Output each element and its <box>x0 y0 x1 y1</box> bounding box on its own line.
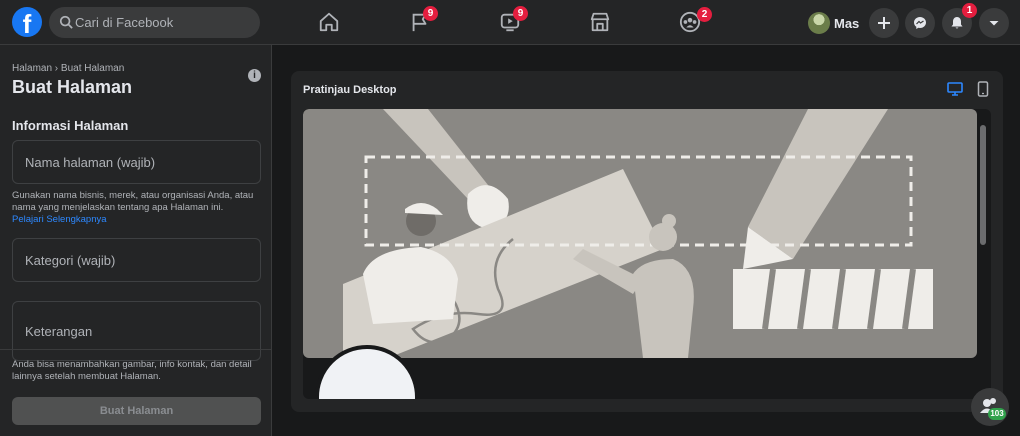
search-icon <box>59 15 73 29</box>
desktop-preview-icon[interactable] <box>947 82 963 96</box>
mobile-preview-icon[interactable] <box>977 81 989 97</box>
preview-title: Pratinjau Desktop <box>303 84 397 96</box>
messenger-icon <box>914 17 926 29</box>
watch-badge: 9 <box>513 6 528 21</box>
nav-groups[interactable]: 2 <box>660 0 720 45</box>
cover-photo <box>303 109 977 358</box>
section-title: Informasi Halaman <box>12 118 129 133</box>
avatar <box>808 12 830 34</box>
logo-letter: f <box>22 9 32 39</box>
page-name-hint: Gunakan nama bisnis, merek, atau organis… <box>12 190 264 226</box>
create-page-button[interactable]: Buat Halaman <box>12 397 261 425</box>
notifications-badge: 1 <box>962 3 977 18</box>
account-menu-button[interactable] <box>979 8 1009 38</box>
nav-home[interactable] <box>299 0 359 45</box>
profile-button[interactable]: Mas <box>805 8 863 38</box>
chevron-down-icon <box>989 21 999 26</box>
home-icon <box>319 12 339 32</box>
page-name-field[interactable] <box>12 140 261 184</box>
preview-panel: Pratinjau Desktop <box>291 71 1003 412</box>
preview-frame <box>303 109 991 399</box>
preview-scrollbar[interactable] <box>978 111 988 397</box>
facebook-logo[interactable]: f <box>12 7 42 39</box>
plus-icon <box>878 17 890 29</box>
cover-illustration <box>303 109 977 358</box>
info-icon[interactable]: i <box>248 69 261 82</box>
create-page-sidebar: Halaman › Buat Halaman Buat Halaman i In… <box>0 45 272 436</box>
nav-watch[interactable]: 9 <box>480 0 540 45</box>
online-count-badge: 103 <box>988 408 1006 420</box>
footer-note: Anda bisa menambahkan gambar, info konta… <box>12 359 252 382</box>
contacts-button[interactable]: 103 <box>971 388 1009 426</box>
search-box[interactable] <box>49 7 260 38</box>
nav-pages[interactable]: 9 <box>390 0 450 45</box>
scrollbar-thumb[interactable] <box>980 125 986 245</box>
pages-badge: 9 <box>423 6 438 21</box>
divider <box>0 349 272 350</box>
nav-marketplace[interactable] <box>570 0 630 45</box>
notifications-button[interactable]: 1 <box>942 3 977 38</box>
page-name-hint-text: Gunakan nama bisnis, merek, atau organis… <box>12 190 254 213</box>
contacts-icon <box>980 398 996 413</box>
top-navigation-bar: f 9 9 2 Mas 1 <box>0 0 1020 45</box>
marketplace-icon <box>590 12 610 32</box>
description-field[interactable] <box>12 301 261 361</box>
page-title: Buat Halaman <box>12 77 133 97</box>
breadcrumb[interactable]: Halaman › Buat Halaman <box>12 63 124 74</box>
learn-more-link[interactable]: Pelajari Selengkapnya <box>12 214 264 226</box>
bell-icon <box>951 17 963 29</box>
create-button[interactable] <box>869 8 899 38</box>
search-input[interactable] <box>75 7 255 38</box>
groups-badge: 2 <box>697 7 712 22</box>
profile-name: Mas <box>834 16 860 31</box>
messenger-button[interactable] <box>905 8 935 38</box>
category-field[interactable] <box>12 238 261 282</box>
